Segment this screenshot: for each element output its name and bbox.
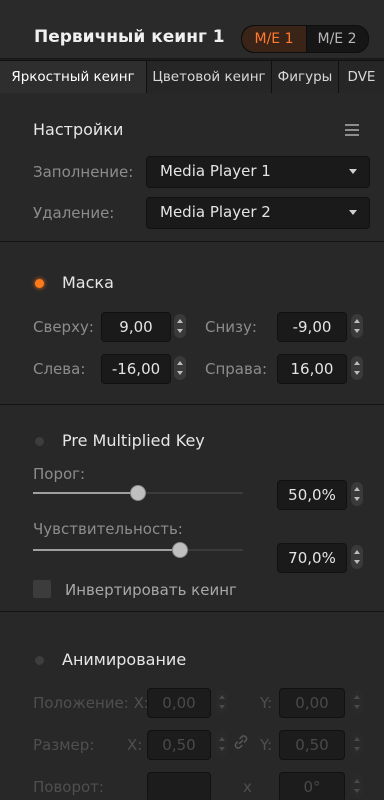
key-source-value: Media Player 2 [160, 203, 271, 221]
mask-right-stepper[interactable] [351, 356, 363, 380]
rotation-label: Поворот: [33, 778, 104, 796]
panel-header: Первичный кеинг 1 M/E 1 M/E 2 [0, 0, 384, 59]
size-x-label: X: [127, 736, 143, 754]
link-icon[interactable] [234, 735, 248, 749]
chevron-down-icon [349, 210, 357, 215]
mask-top-label: Сверху: [33, 318, 94, 336]
clip-field[interactable]: 50,0% [277, 480, 347, 510]
gain-slider-fill [33, 549, 180, 551]
animation-toggle[interactable] [35, 656, 44, 665]
mask-right-label: Справа: [205, 360, 268, 378]
position-y-field[interactable]: 0,00 [279, 688, 345, 718]
mask-bottom-field[interactable]: -9,00 [277, 312, 347, 342]
fill-source-label: Заполнение: [33, 163, 134, 181]
size-y-field[interactable]: 0,50 [279, 730, 345, 760]
mask-section: Маска Сверху: 9,00 Снизу: -9,00 Слева: -… [0, 242, 384, 405]
position-y-stepper[interactable] [351, 690, 363, 714]
invert-key-label: Инвертировать кеинг [65, 581, 237, 599]
fill-source-dropdown[interactable]: Media Player 1 [146, 156, 370, 188]
mask-top-stepper[interactable] [174, 314, 186, 338]
position-x-field[interactable]: 0,00 [147, 688, 211, 718]
size-y-stepper[interactable] [351, 732, 363, 756]
pre-multiplied-section: Pre Multiplied Key Порог: 50,0% Чувствит… [0, 405, 384, 612]
mask-enable-toggle[interactable] [35, 279, 44, 288]
position-label: Положение: X: [33, 694, 149, 712]
size-x-field[interactable]: 0,50 [147, 730, 211, 760]
me-switch: M/E 1 M/E 2 [241, 25, 369, 53]
settings-section: Настройки Заполнение: Media Player 1 Уда… [0, 93, 384, 242]
pre-multiplied-title: Pre Multiplied Key [62, 431, 205, 450]
settings-title: Настройки [33, 120, 124, 139]
clip-label: Порог: [33, 465, 86, 483]
size-label: Размер: [33, 736, 95, 754]
animation-section: Анимирование Положение: X: 0,00 Y: 0,00 … [0, 612, 384, 800]
key-source-label: Удаление: [33, 204, 115, 222]
gain-stepper[interactable] [351, 545, 363, 569]
menu-icon[interactable] [345, 124, 359, 136]
mask-title: Маска [62, 273, 114, 292]
position-x-stepper[interactable] [216, 690, 228, 714]
mask-bottom-label: Снизу: [205, 318, 257, 336]
gain-field[interactable]: 70,0% [277, 543, 347, 573]
mask-left-field[interactable]: -16,00 [101, 354, 171, 384]
panel-title: Первичный кеинг 1 [34, 27, 225, 47]
gain-label: Чувствительность: [33, 520, 183, 538]
me1-button[interactable]: M/E 1 [242, 26, 307, 52]
invert-key-checkbox[interactable] [33, 580, 51, 598]
rotation-field[interactable]: 0° [279, 772, 345, 800]
tab-pattern[interactable]: Фигуры [272, 61, 339, 93]
pre-multiplied-toggle[interactable] [35, 437, 44, 446]
key-source-dropdown[interactable]: Media Player 2 [146, 197, 370, 229]
chevron-down-icon [349, 169, 357, 174]
rotation-x-label: x [243, 778, 252, 796]
fill-source-value: Media Player 1 [160, 162, 271, 180]
size-y-label: Y: [260, 736, 273, 754]
tab-luma-key[interactable]: Яркостный кеинг [0, 61, 147, 93]
tab-bar: Яркостный кеинг Цветовой кеинг Фигуры DV… [0, 60, 384, 94]
position-y-label: Y: [260, 694, 273, 712]
tab-chroma-key[interactable]: Цветовой кеинг [147, 61, 272, 93]
mask-right-field[interactable]: 16,00 [277, 354, 347, 384]
mask-left-stepper[interactable] [174, 356, 186, 380]
clip-slider-fill [33, 492, 138, 494]
mask-top-field[interactable]: 9,00 [101, 312, 171, 342]
rotation-stepper[interactable] [351, 774, 363, 798]
animation-title: Анимирование [62, 650, 187, 669]
size-x-stepper[interactable] [216, 732, 228, 756]
gain-slider-knob[interactable] [172, 542, 188, 558]
rotation-x-field[interactable] [147, 772, 211, 800]
mask-bottom-stepper[interactable] [351, 314, 363, 338]
tab-dve[interactable]: DVE [339, 61, 384, 93]
clip-slider-knob[interactable] [130, 485, 146, 501]
clip-stepper[interactable] [351, 482, 363, 506]
mask-left-label: Слева: [33, 360, 86, 378]
me2-button[interactable]: M/E 2 [306, 26, 368, 52]
